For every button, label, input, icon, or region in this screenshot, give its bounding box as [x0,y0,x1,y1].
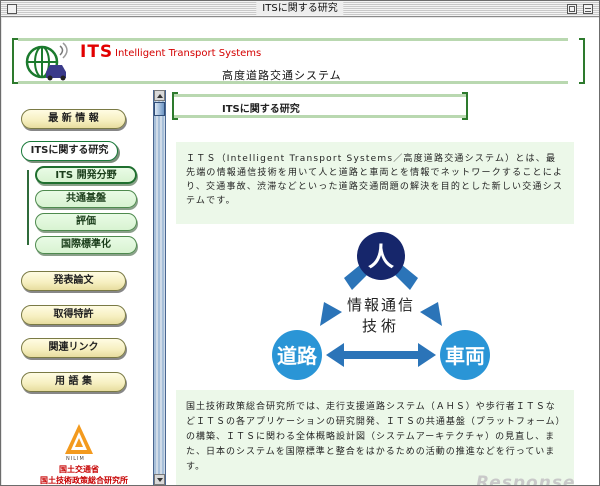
main-content: ITSに関する研究 ＩＴＳ（Intelligent Transport Syst… [168,90,586,485]
diagram-center-line2: 技術 [362,317,400,335]
nav-patents[interactable]: 取得特許 [21,305,126,325]
sub-menu-connector [27,170,35,245]
header-subtitle: 高度道路交通システム [222,69,342,82]
its-mark: ITS [80,42,114,62]
section-title-frame [174,94,466,118]
section-title: ITSに関する研究 [222,104,300,115]
site-header: ITS Intelligent Transport Systems 高度道路交通… [2,18,599,90]
title-bar[interactable]: ITSに関する研究 [1,1,599,17]
page-content: ITS Intelligent Transport Systems 高度道路交通… [2,18,599,485]
nilim-logo-text: NILIM [66,456,85,462]
diagram-right-label: 車両 [445,344,485,368]
intro-text: ＩＴＳ（Intelligent Transport Systems／高度道路交通… [176,142,574,224]
nilim-logo-icon [65,424,93,454]
zoom-box[interactable] [567,4,577,14]
its-globe-car-logo [25,42,68,81]
section-bracket-right [462,92,468,120]
windowshade-box[interactable] [583,4,593,14]
its-full-name: Intelligent Transport Systems [115,48,262,59]
scroll-thumb[interactable] [154,102,165,116]
nav-glossary[interactable]: 用 語 集 [21,372,126,392]
diagram-top-label: 人 [368,243,394,273]
org-ministry: 国土交通省 [59,465,99,474]
diagram-left-label: 道路 [277,344,318,368]
window-title: ITSに関する研究 [256,2,344,15]
nav-sub-common-platform[interactable]: 共通基盤 [35,190,137,208]
its-concept-diagram: 人 道路 車両 情報通信 技術 [272,232,490,380]
nav-sub-evaluation[interactable]: 評価 [35,213,137,231]
nav-links[interactable]: 関連リンク [21,338,126,358]
nav-latest-info[interactable]: 最 新 情 報 [21,109,126,129]
scroll-down-arrow-icon[interactable] [154,474,165,485]
close-box[interactable] [7,4,17,14]
research-description: 国土技術政策総合研究所では、走行支援道路システム（ＡＨＳ）や歩行者ＩＴＳなどＩＴ… [176,390,574,485]
nav-its-research[interactable]: ITSに関する研究 [21,141,118,161]
nav-sub-international-standards[interactable]: 国際標準化 [35,236,137,254]
header-bracket-right [579,38,585,84]
nav-sub-its-fields[interactable]: ITS 開発分野 [35,166,137,184]
org-institute: 国土技術政策総合研究所 [40,476,128,485]
watermark-logo: Response [476,473,576,485]
scroll-up-arrow-icon[interactable] [154,90,165,101]
browser-window: ITSに関する研究 ITS Intelligent Transport Syst… [0,0,600,486]
diagram-center-line1: 情報通信 [347,296,415,314]
left-nav: 最 新 情 報 ITSに関する研究 ITS 開発分野 共通基盤 評価 国際標準化… [2,90,152,485]
nav-papers[interactable]: 発表論文 [21,271,126,291]
nav-scrollbar[interactable] [153,90,166,485]
